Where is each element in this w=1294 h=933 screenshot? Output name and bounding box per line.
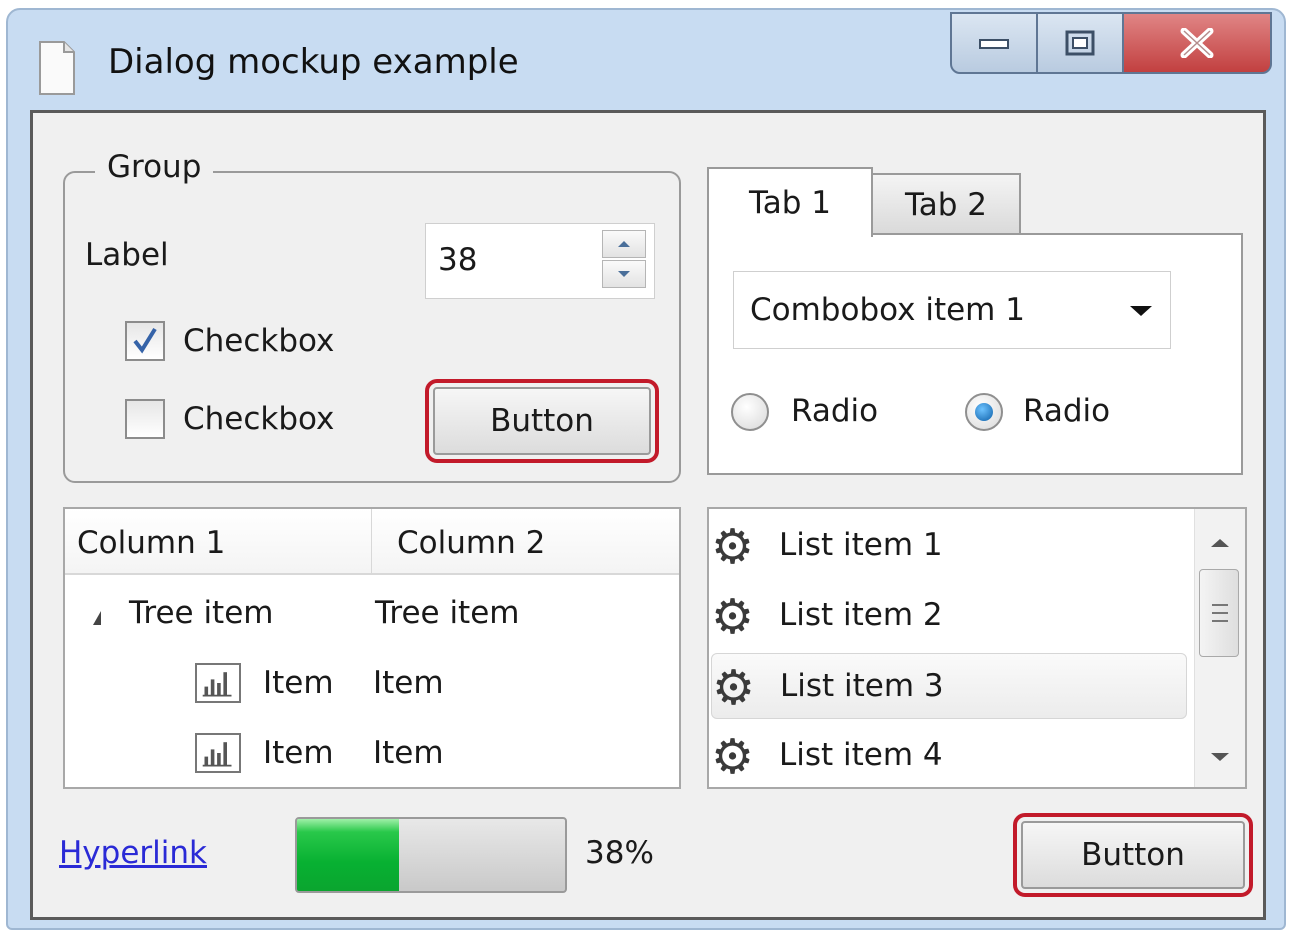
grip-line: [1212, 604, 1228, 606]
tab-1[interactable]: Tab 1: [707, 167, 873, 237]
minimize-button[interactable]: [950, 12, 1038, 74]
maximize-icon: [1065, 30, 1095, 56]
close-button[interactable]: [1122, 12, 1272, 74]
list-item-selected[interactable]: ⚙ List item 3: [711, 653, 1187, 719]
vertical-scrollbar[interactable]: [1194, 509, 1245, 787]
list-item[interactable]: ⚙ List item 4: [711, 723, 1187, 789]
column-header-2[interactable]: Column 2: [397, 525, 545, 561]
close-icon: [1180, 28, 1214, 58]
spinner-down-button[interactable]: [602, 260, 646, 288]
spinner-value[interactable]: 38: [438, 242, 477, 278]
gear-icon: ⚙: [712, 660, 756, 716]
maximize-button[interactable]: [1036, 12, 1124, 74]
gear-icon: ⚙: [711, 729, 755, 785]
radio-2[interactable]: [965, 393, 1003, 431]
checkbox-1-label[interactable]: Checkbox: [183, 323, 334, 359]
tab-2[interactable]: Tab 2: [871, 173, 1021, 237]
tree-view[interactable]: Column 1 Column 2 Tree item Tree item It…: [63, 507, 681, 789]
document-icon: [39, 41, 75, 95]
progress-fill: [297, 819, 399, 891]
progress-bar: [295, 817, 567, 893]
list-item[interactable]: ⚙ List item 2: [711, 583, 1187, 649]
tree-header: Column 1 Column 2: [65, 509, 679, 575]
dropdown-arrow-icon[interactable]: [1130, 306, 1152, 316]
column-separator[interactable]: [371, 509, 372, 573]
field-label: Label: [85, 237, 169, 273]
scrollbar-thumb[interactable]: [1199, 569, 1239, 657]
list-box[interactable]: ⚙ List item 1 ⚙ List item 2 ⚙ List item …: [707, 507, 1247, 789]
child-item-1-col2: Item: [373, 665, 444, 701]
list-item[interactable]: ⚙ List item 1: [711, 513, 1187, 579]
combobox-value[interactable]: Combobox item 1: [750, 292, 1025, 328]
chevron-up-icon: [618, 241, 630, 247]
group-button[interactable]: Button: [425, 379, 659, 463]
child-item-2-col1[interactable]: Item: [263, 735, 334, 771]
scroll-down-arrow-icon[interactable]: [1211, 753, 1229, 761]
progress-text: 38%: [585, 835, 654, 871]
expand-triangle-icon[interactable]: [93, 611, 101, 625]
checkbox-2-label[interactable]: Checkbox: [183, 401, 334, 437]
bar-chart-icon: [195, 733, 241, 773]
number-spinner[interactable]: 38: [425, 223, 655, 299]
gear-icon: ⚙: [711, 589, 755, 645]
group-box: Group Label 38 Checkbox Checkbox Button: [63, 149, 681, 483]
group-legend: Group: [95, 149, 214, 185]
child-item-1-col1[interactable]: Item: [263, 665, 334, 701]
tree-item-col1[interactable]: Tree item: [129, 595, 273, 631]
tab-panel: Combobox item 1 Radio Radio: [707, 233, 1243, 475]
bar-chart-icon: [195, 663, 241, 703]
list-item-label: List item 4: [779, 737, 943, 773]
radio-1[interactable]: [731, 393, 769, 431]
grip-line: [1212, 612, 1228, 614]
checkmark-icon: [133, 327, 157, 354]
minimize-icon: [979, 39, 1009, 49]
chevron-down-icon: [618, 271, 630, 277]
window-title: Dialog mockup example: [108, 42, 519, 82]
tree-item-col2: Tree item: [375, 595, 520, 631]
gear-icon: ⚙: [711, 519, 755, 575]
radio-1-label[interactable]: Radio: [791, 393, 878, 429]
list-item-label: List item 3: [780, 668, 944, 704]
footer-button[interactable]: Button: [1013, 813, 1253, 897]
column-header-1[interactable]: Column 1: [77, 525, 225, 561]
spinner-up-button[interactable]: [602, 230, 646, 258]
child-item-2-col2: Item: [373, 735, 444, 771]
dialog-client-area: Group Label 38 Checkbox Checkbox Button …: [30, 110, 1266, 920]
scroll-up-arrow-icon[interactable]: [1211, 539, 1229, 547]
checkbox-1[interactable]: [125, 321, 165, 361]
dialog-window: Dialog mockup example Group Label 38 Che…: [6, 8, 1286, 930]
hyperlink[interactable]: Hyperlink: [59, 835, 207, 871]
radio-2-label[interactable]: Radio: [1023, 393, 1110, 429]
combobox[interactable]: Combobox item 1: [733, 271, 1171, 349]
checkbox-2[interactable]: [125, 399, 165, 439]
spinner-buttons: [602, 230, 648, 290]
tab-control: Tab 1 Tab 2 Combobox item 1 Radio Radio: [707, 167, 1243, 475]
grip-line: [1212, 620, 1228, 622]
window-controls: [950, 12, 1272, 76]
list-item-label: List item 2: [779, 597, 943, 633]
list-item-label: List item 1: [779, 527, 943, 563]
